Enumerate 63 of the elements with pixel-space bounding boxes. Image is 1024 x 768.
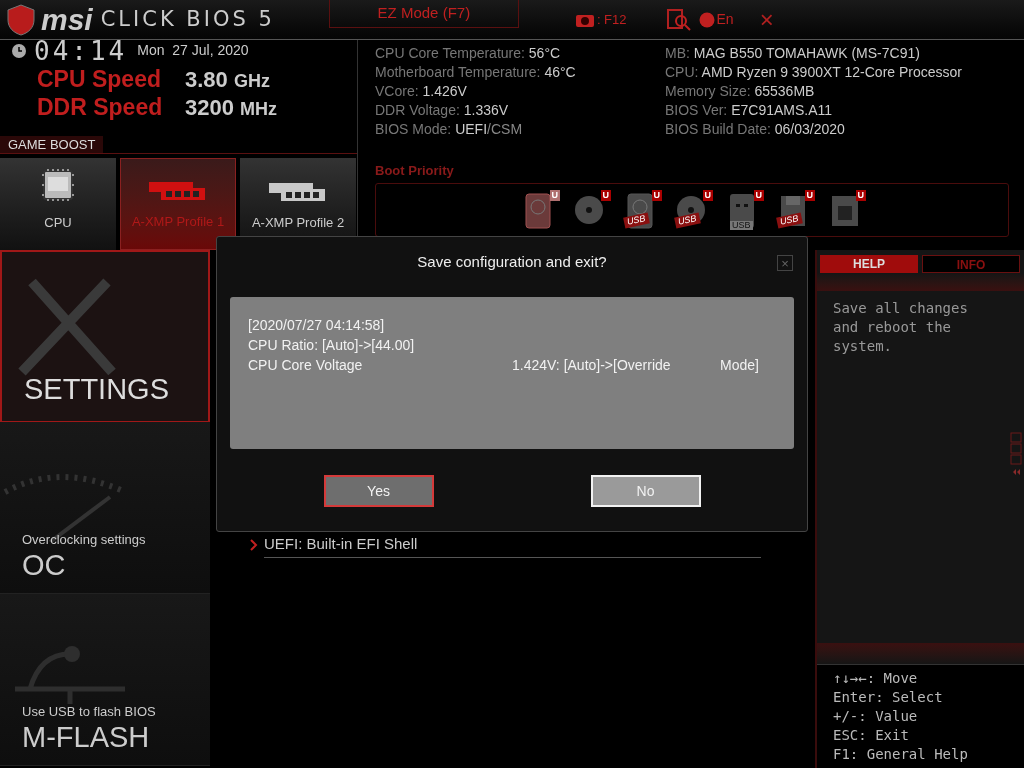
nav-title: OC <box>22 549 67 581</box>
language-selector[interactable]: En <box>716 9 734 30</box>
nav-tile[interactable]: SETTINGS <box>0 250 210 422</box>
uefi-badge: U <box>702 189 713 201</box>
uefi-badge: U <box>549 189 560 201</box>
dialog-button[interactable]: No <box>590 475 701 507</box>
nav-subtitle: Overclocking settings <box>22 530 147 549</box>
speed-label: CPU Speed <box>37 64 162 94</box>
system-info-line: BIOS Build Date: 06/03/2020 <box>665 120 846 139</box>
boot-priority-title: Boot Priority <box>375 162 455 180</box>
profile-tile[interactable]: CPU <box>0 158 116 250</box>
menu-item[interactable]: UEFI: Built-in EFI Shell <box>264 533 761 558</box>
system-info-line: MB: MAG B550 TOMAHAWK (MS-7C91) <box>665 44 921 63</box>
game-boost-title: GAME BOOST <box>0 136 104 153</box>
system-info-line: Memory Size: 65536MB <box>665 82 816 101</box>
screenshot-key[interactable]: : F12 <box>596 9 627 30</box>
product-title: CLICK BIOS 5 <box>100 5 275 33</box>
log-value: 1.424V: [Auto]->[Override <box>512 356 672 375</box>
key-hint: ESC: Exit <box>833 726 910 745</box>
date-text: Mon 27 Jul, 2020 <box>137 41 249 60</box>
brand-logo: msi <box>41 4 93 35</box>
key-hint: F1: General Help <box>833 745 969 764</box>
uefi-badge: U <box>855 189 866 201</box>
sensor-reading: Motherboard Temperature: 46°C <box>375 63 577 82</box>
system-info-line: CPU: AMD Ryzen 9 3900XT 12-Core Processor <box>665 63 962 82</box>
uefi-badge: U <box>753 189 764 201</box>
nav-title: M-FLASH <box>22 721 151 753</box>
speed-label: DDR Speed <box>37 92 164 122</box>
speed-value: 3200 MHz <box>185 93 278 122</box>
dialog-title: Save configuration and exit? <box>417 251 607 272</box>
help-text: Save all changes and reboot the system. <box>833 299 969 356</box>
uefi-badge: U <box>804 189 815 201</box>
ez-mode-tab[interactable]: EZ Mode (F7) <box>328 0 519 28</box>
nav-tile[interactable]: Overclocking settings OC <box>0 422 210 594</box>
chevron-icon <box>250 539 258 552</box>
dialog-button[interactable]: Yes <box>323 475 434 507</box>
log-value: Mode] <box>720 356 759 375</box>
speed-value: 3.80 GHz <box>185 65 270 94</box>
help-panel-tab[interactable]: HELP <box>820 255 918 273</box>
uefi-badge: U <box>600 189 611 201</box>
nav-tile[interactable]: Use USB to flash BIOS M-FLASH <box>0 594 210 766</box>
clock-icon <box>12 44 26 58</box>
log-line: CPU Ratio: [Auto]->[44.00] <box>248 336 416 355</box>
close-button[interactable]: × <box>759 7 774 32</box>
key-hint: ↑↓→←: Move <box>833 669 919 688</box>
sensor-reading: VCore: 1.426V <box>375 82 468 101</box>
search-icon[interactable] <box>666 8 691 31</box>
hdd-icon[interactable] <box>522 191 554 230</box>
system-info-line: BIOS Ver: E7C91AMS.A11 <box>665 101 834 120</box>
side-handle-icon[interactable] <box>1010 432 1022 476</box>
nav-subtitle: Use USB to flash BIOS <box>22 702 157 721</box>
clock-time: 04:14 <box>34 40 128 62</box>
log-line: [2020/07/27 04:14:58] <box>248 316 386 335</box>
close-button[interactable]: × <box>777 255 793 271</box>
sensor-reading: BIOS Mode: UEFI/CSM <box>375 120 524 139</box>
nav-title: SETTINGS <box>24 373 170 405</box>
key-hint: Enter: Select <box>833 688 944 707</box>
sensor-reading: DDR Voltage: 1.336V <box>375 101 510 120</box>
sensor-reading: CPU Core Temperature: 56°C <box>375 44 562 63</box>
usb-label: USB <box>730 220 753 230</box>
log-line: CPU Core Voltage <box>248 356 364 375</box>
uefi-badge: U <box>651 189 662 201</box>
key-hint: +/-: Value <box>833 707 919 726</box>
